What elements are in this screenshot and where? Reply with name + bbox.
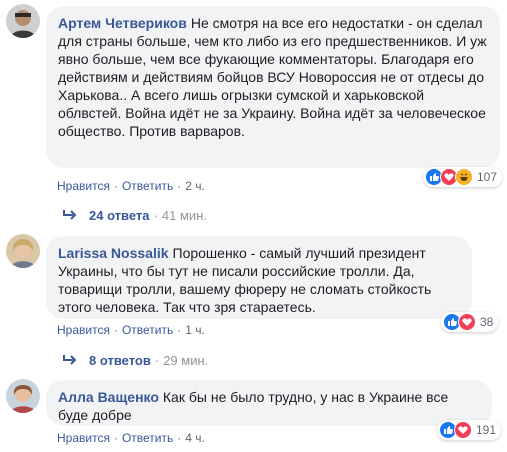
comment-text: Не смотря на все его недостатки - он сде… [58,15,487,139]
reactions-summary[interactable]: 38 [441,312,499,332]
love-icon [458,313,476,331]
replies-time: 29 мин. [163,353,209,368]
love-icon [454,421,472,439]
comment-bubble: Артем Четвериков Не смотря на все его нед… [46,6,500,168]
comment-author[interactable]: Алла Ващенко [58,389,159,405]
separator: · [113,323,118,337]
separator: · [154,353,160,368]
comment-time[interactable]: 2 ч. [185,179,205,193]
comment-time[interactable]: 4 ч. [185,431,205,445]
comment-actions: Нравится · Ответить · 1 ч. [57,323,205,337]
comment-time[interactable]: 1 ч. [185,323,205,337]
comment-author[interactable]: Артем Четвериков [58,15,187,31]
view-replies[interactable]: 8 ответов · 29 мин. [63,353,208,368]
reaction-count: 191 [476,423,497,437]
reactions-summary[interactable]: 191 [437,420,502,440]
reaction-count: 107 [477,170,498,184]
like-link[interactable]: Нравится [57,323,110,337]
like-link[interactable]: Нравится [57,179,110,193]
comment-bubble: Larissa Nossalik Порошенко - самый лучший… [46,236,472,319]
separator: · [177,179,182,193]
reply-arrow-icon [63,353,77,368]
comment-actions: Нравится · Ответить · 2 ч. [57,179,205,193]
reply-link[interactable]: Ответить [122,179,173,193]
reply-arrow-icon [63,208,77,223]
comment-actions: Нравится · Ответить · 4 ч. [57,431,205,445]
avatar[interactable] [6,379,40,413]
comment-author[interactable]: Larissa Nossalik [58,245,169,261]
replies-count[interactable]: 24 ответа [89,208,150,223]
reaction-count: 38 [480,315,494,329]
haha-icon [455,168,473,186]
separator: · [153,208,158,223]
view-replies[interactable]: 24 ответа · 41 мин. [63,208,207,223]
comment-bubble: Алла Ващенко Как бы не было трудно, у нас… [46,380,492,426]
reactions-summary[interactable]: 107 [423,167,503,187]
replies-count[interactable]: 8 ответов [89,353,151,368]
reply-link[interactable]: Ответить [122,323,173,337]
separator: · [177,323,182,337]
separator: · [113,179,118,193]
avatar[interactable] [6,234,40,268]
separator: · [113,431,118,445]
separator: · [177,431,182,445]
avatar[interactable] [6,4,40,38]
like-link[interactable]: Нравится [57,431,110,445]
reply-link[interactable]: Ответить [122,431,173,445]
replies-time: 41 мин. [161,208,207,223]
